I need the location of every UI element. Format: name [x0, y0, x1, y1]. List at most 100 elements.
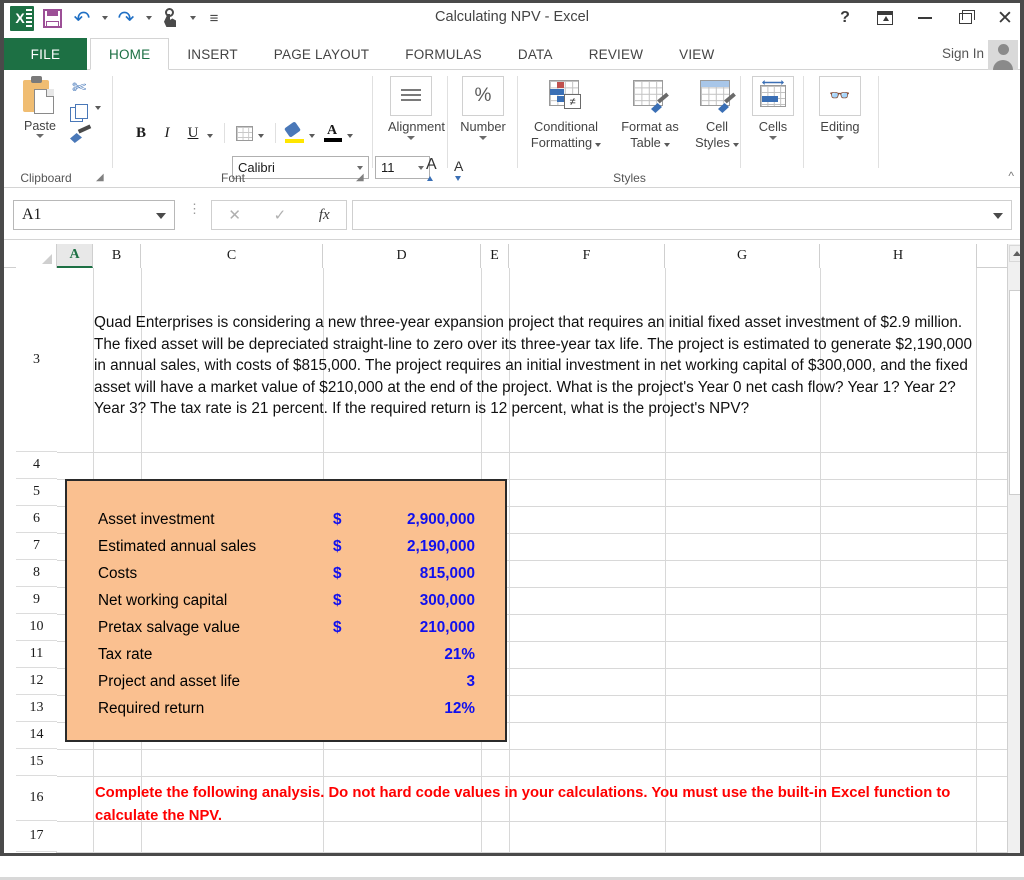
row-header-13[interactable]: 13 — [16, 695, 57, 722]
format-as-table-button[interactable]: Format as Table — [614, 76, 686, 152]
italic-button[interactable]: I — [154, 120, 180, 146]
ribbon-display-options-icon[interactable] — [872, 5, 898, 31]
tab-formulas[interactable]: FORMULAS — [387, 38, 500, 70]
help-icon[interactable]: ? — [832, 5, 858, 31]
editing-dropdown-icon[interactable] — [836, 136, 844, 140]
instruction-text-cell[interactable]: Complete the following analysis. Do not … — [95, 782, 985, 827]
number-button[interactable]: % Number — [460, 76, 506, 140]
formula-input[interactable] — [352, 200, 1012, 230]
row-header-12[interactable]: 12 — [16, 668, 57, 695]
format-painter-icon[interactable] — [70, 127, 92, 145]
editing-button[interactable]: 👓 Editing — [814, 76, 866, 140]
row-header-6[interactable]: 6 — [16, 506, 57, 533]
ribbon-group-alignment: Alignment — [373, 70, 448, 188]
column-header-f[interactable]: F — [509, 244, 665, 268]
row-header-3[interactable]: 3 — [16, 268, 57, 452]
column-header-h[interactable]: H — [820, 244, 977, 268]
column-header-b[interactable]: B — [93, 244, 141, 268]
number-dropdown-icon[interactable] — [479, 136, 487, 140]
collapse-ribbon-icon[interactable]: ^ — [1008, 169, 1014, 183]
input-row-asset-investment[interactable]: Asset investment $ 2,900,000 — [67, 506, 505, 533]
avatar[interactable] — [988, 40, 1018, 70]
input-row-tax-rate[interactable]: Tax rate 21% — [67, 641, 505, 668]
column-header-g[interactable]: G — [665, 244, 820, 268]
column-header-c[interactable]: C — [141, 244, 323, 268]
conditional-formatting-button[interactable]: ≠ Conditional Formatting — [522, 76, 610, 152]
enter-formula-icon[interactable]: ✓ — [274, 206, 287, 224]
input-value: 3 — [333, 673, 475, 691]
minimize-icon[interactable] — [912, 5, 938, 31]
copy-dropdown-icon[interactable] — [94, 110, 101, 128]
restore-icon[interactable] — [952, 5, 978, 31]
tab-review[interactable]: REVIEW — [571, 38, 661, 70]
column-header-d[interactable]: D — [323, 244, 481, 268]
input-row-net-working-capital[interactable]: Net working capital $ 300,000 — [67, 587, 505, 614]
fill-color-dropdown-icon[interactable] — [309, 134, 315, 138]
copy-icon[interactable] — [70, 104, 90, 122]
alignment-button[interactable]: Alignment — [388, 76, 434, 140]
tab-data[interactable]: DATA — [500, 38, 571, 70]
cell-styles-label-line1: Cell — [686, 120, 748, 134]
ribbon-tabs: HOME INSERT PAGE LAYOUT FORMULAS DATA RE… — [90, 38, 732, 70]
format-as-table-dropdown-icon[interactable] — [664, 143, 670, 147]
cells-button[interactable]: Cells — [751, 76, 795, 140]
borders-dropdown-icon[interactable] — [258, 134, 264, 138]
alignment-dropdown-icon[interactable] — [407, 136, 415, 140]
column-header-a[interactable]: A — [57, 244, 93, 268]
input-data-box[interactable]: Asset investment $ 2,900,000 Estimated a… — [65, 479, 507, 742]
close-icon[interactable]: ✕ — [992, 5, 1018, 31]
font-color-dropdown-icon[interactable] — [347, 134, 353, 138]
row-header-8[interactable]: 8 — [16, 560, 57, 587]
insert-function-icon[interactable]: fx — [319, 207, 330, 224]
select-all-button[interactable] — [16, 244, 57, 268]
tab-view[interactable]: VIEW — [661, 38, 732, 70]
row-header-11[interactable]: 11 — [16, 641, 57, 668]
row-header-15[interactable]: 15 — [16, 749, 57, 776]
input-label: Required return — [98, 700, 204, 718]
row-header-14[interactable]: 14 — [16, 722, 57, 749]
conditional-formatting-dropdown-icon[interactable] — [595, 143, 601, 147]
clipboard-dialog-launcher[interactable]: ◢ — [96, 172, 108, 184]
cell-styles-dropdown-icon[interactable] — [733, 143, 739, 147]
tab-page-layout[interactable]: PAGE LAYOUT — [256, 38, 387, 70]
cut-icon[interactable]: ✄ — [72, 78, 86, 98]
cells-dropdown-icon[interactable] — [769, 136, 777, 140]
input-row-costs[interactable]: Costs $ 815,000 — [67, 560, 505, 587]
sign-in-link[interactable]: Sign In — [942, 46, 984, 61]
paste-button[interactable]: Paste — [14, 76, 66, 154]
fill-color-button[interactable] — [282, 120, 308, 146]
row-header-column: 3 4 5 6 7 8 9 10 11 12 13 14 15 16 17 — [16, 268, 57, 856]
cells-area[interactable]: Quad Enterprises is considering a new th… — [57, 268, 1007, 856]
bold-button[interactable]: B — [128, 120, 154, 146]
row-header-17[interactable]: 17 — [16, 821, 57, 852]
name-box[interactable]: A1 — [13, 200, 175, 230]
font-color-button[interactable]: A — [320, 120, 346, 146]
row-header-10[interactable]: 10 — [16, 614, 57, 641]
row-header-16[interactable]: 16 — [16, 776, 57, 821]
cells-icon — [752, 76, 794, 116]
column-header-e[interactable]: E — [481, 244, 509, 268]
font-dialog-launcher[interactable]: ◢ — [356, 172, 368, 184]
tab-insert[interactable]: INSERT — [169, 38, 255, 70]
row-header-4[interactable]: 4 — [16, 452, 57, 479]
tab-home[interactable]: HOME — [90, 38, 169, 70]
row-header-9[interactable]: 9 — [16, 587, 57, 614]
underline-button[interactable]: U — [180, 120, 206, 146]
borders-button[interactable] — [231, 120, 257, 146]
tab-file[interactable]: FILE — [4, 38, 87, 70]
name-box-dropdown-icon[interactable] — [156, 213, 166, 219]
row-header-7[interactable]: 7 — [16, 533, 57, 560]
input-row-required-return[interactable]: Required return 12% — [67, 695, 505, 722]
formula-bar-expand-icon[interactable] — [993, 213, 1003, 219]
input-row-project-and-asset-life[interactable]: Project and asset life 3 — [67, 668, 505, 695]
row-header-5[interactable]: 5 — [16, 479, 57, 506]
underline-dropdown-icon[interactable] — [207, 134, 213, 138]
question-text-cell[interactable]: Quad Enterprises is considering a new th… — [94, 312, 978, 420]
formula-bar-handle[interactable]: ⋮ — [188, 204, 201, 214]
font-name-dropdown-icon[interactable] — [357, 166, 363, 170]
input-row-estimated-annual-sales[interactable]: Estimated annual sales $ 2,190,000 — [67, 533, 505, 560]
cell-styles-button[interactable]: Cell Styles — [686, 76, 748, 152]
input-row-pretax-salvage-value[interactable]: Pretax salvage value $ 210,000 — [67, 614, 505, 641]
cancel-formula-icon[interactable]: ✕ — [228, 206, 241, 224]
paste-dropdown-icon[interactable] — [36, 134, 44, 138]
